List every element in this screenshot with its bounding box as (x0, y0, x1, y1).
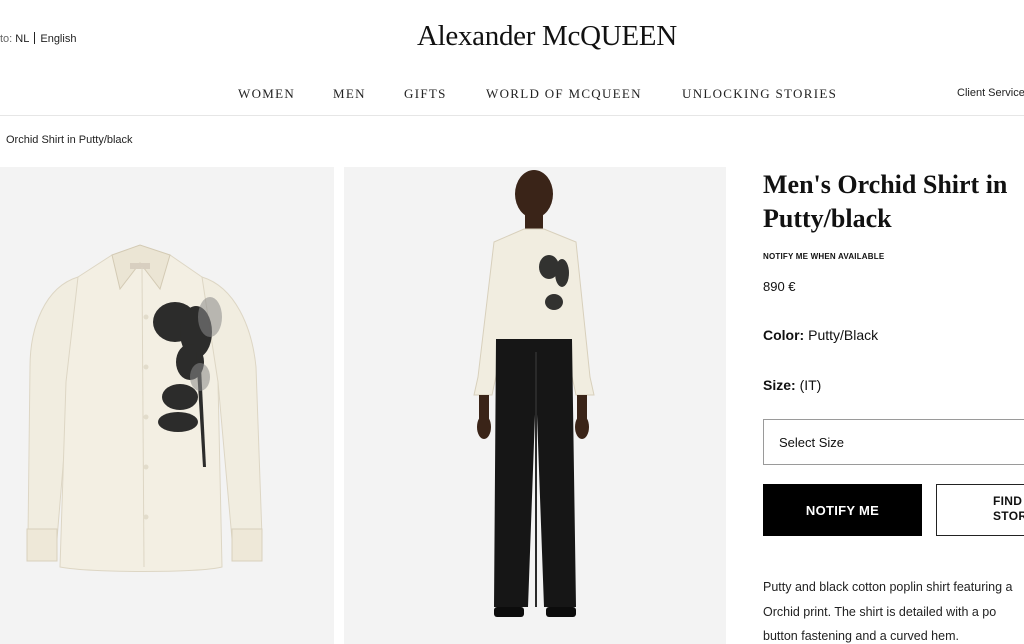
model-illustration (473, 170, 595, 617)
product-image-model[interactable] (344, 167, 726, 644)
availability-status: NOTIFY ME WHEN AVAILABLE (763, 252, 885, 261)
nav-item-world-of-mcqueen[interactable]: WORLD OF MCQUEEN (486, 86, 642, 102)
find-in-store-button[interactable]: FIND STOR (936, 484, 1024, 536)
description-line: button fastening and a curved hem. (763, 629, 959, 643)
size-label: Size: (763, 377, 796, 393)
nav-item-women[interactable]: WOMEN (238, 86, 295, 102)
locale-prefix: to: (0, 33, 13, 45)
color-value: Putty/Black (808, 327, 879, 343)
nav-item-gifts[interactable]: GIFTS (404, 86, 447, 102)
size-select[interactable]: Select Size (763, 419, 1024, 465)
size-info: Size: (IT) (763, 377, 821, 393)
shirt-illustration (26, 244, 263, 572)
locale-country[interactable]: NL (15, 33, 29, 45)
find-store-label-line1: FIND (993, 494, 1023, 508)
locale-selector[interactable]: to: NL English (0, 32, 76, 45)
color-info: Color: Putty/Black (763, 327, 878, 343)
product-price: 890 € (763, 279, 796, 294)
nav-item-men[interactable]: MEN (333, 86, 366, 102)
header-divider (0, 115, 1024, 116)
color-label: Color: (763, 327, 805, 343)
find-store-label-line2: STOR (993, 509, 1024, 523)
main-navigation: WOMEN MEN GIFTS WORLD OF MCQUEEN UNLOCKI… (0, 86, 1024, 104)
description-line: Putty and black cotton poplin shirt feat… (763, 580, 1013, 594)
nav-item-unlocking-stories[interactable]: UNLOCKING STORIES (682, 86, 837, 102)
locale-divider (34, 32, 36, 44)
product-title: Men's Orchid Shirt in Putty/black (763, 170, 1008, 233)
notify-me-button[interactable]: NOTIFY ME (763, 484, 922, 536)
locale-language[interactable]: English (40, 33, 76, 45)
brand-logo[interactable]: Alexander McQUEEN (417, 20, 677, 53)
breadcrumb: Orchid Shirt in Putty/black (6, 134, 133, 146)
product-description: Putty and black cotton poplin shirt feat… (763, 575, 1024, 644)
description-line: Orchid print. The shirt is detailed with… (763, 604, 997, 619)
size-unit: (IT) (799, 377, 822, 393)
breadcrumb-current: Orchid Shirt in Putty/black (6, 134, 133, 146)
product-image-shirt[interactable] (0, 167, 334, 644)
